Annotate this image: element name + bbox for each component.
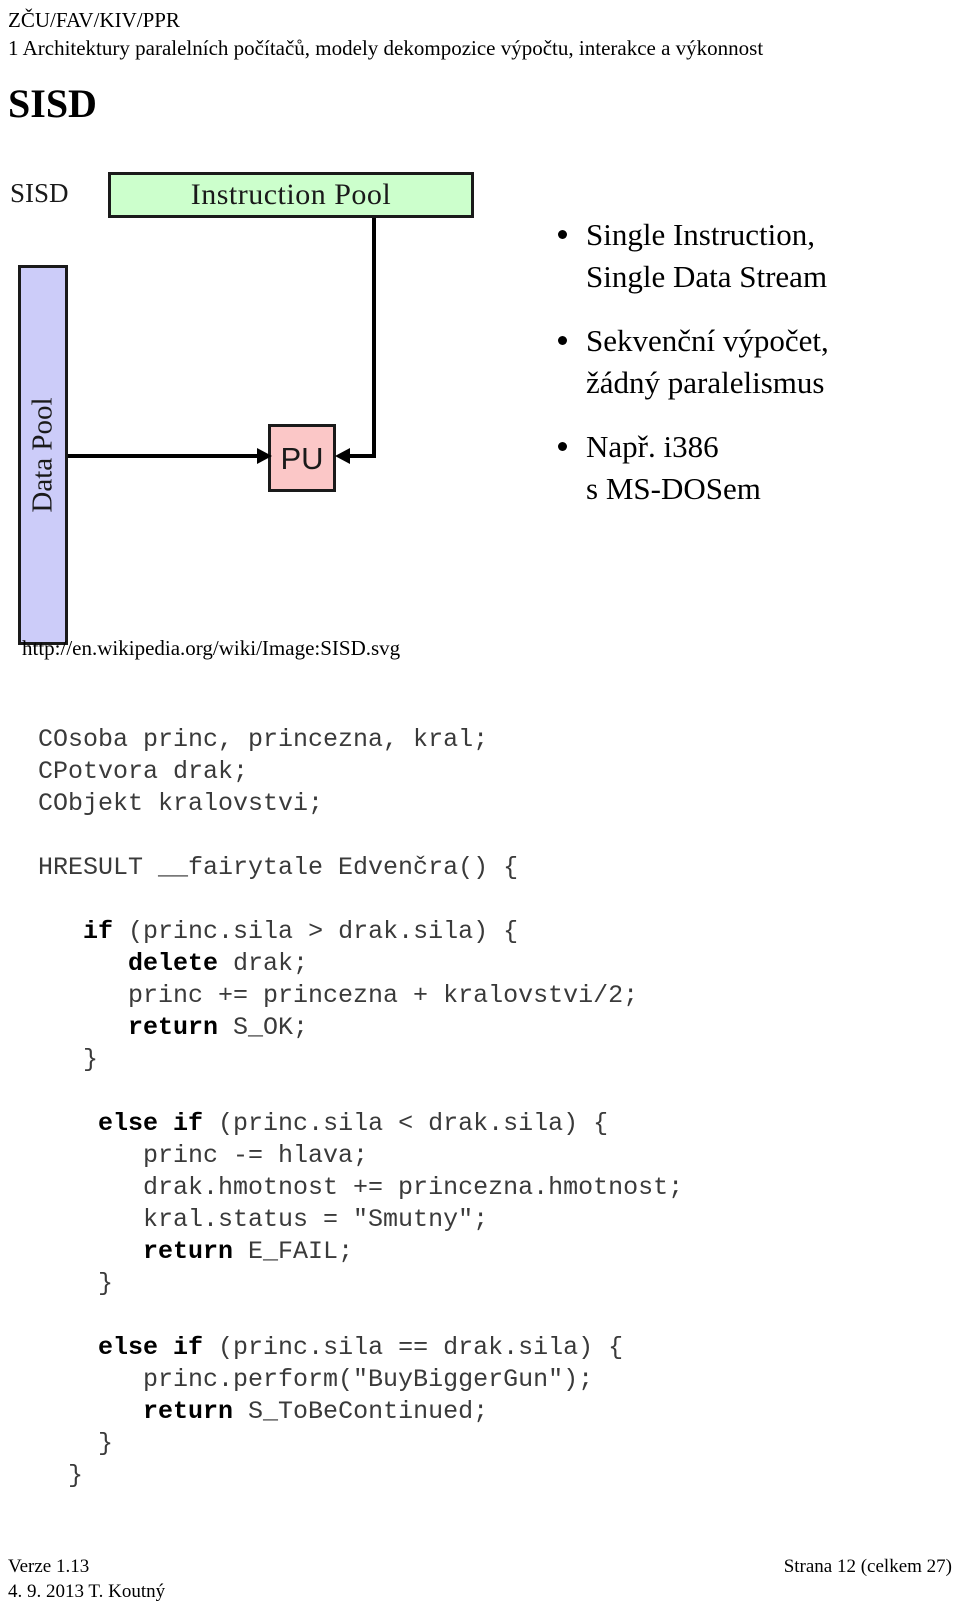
code-text: } [38, 1461, 84, 1490]
code-text: princ -= hlava; [38, 1141, 369, 1170]
diagram-source-url: http://en.wikipedia.org/wiki/Image:SISD.… [22, 636, 401, 660]
code-line: delete drak; [38, 948, 918, 980]
code-text: CObjekt kralovstvi; [38, 789, 324, 818]
header-org-line: ZČU/FAV/KIV/PPR [8, 8, 180, 32]
code-text: } [38, 1429, 114, 1458]
bullet-text: Např. i386 s MS-DOSem [586, 429, 761, 506]
code-line: princ += princezna + kralovstvi/2; [38, 980, 918, 1012]
code-text: E_FAIL; [233, 1237, 354, 1266]
code-keyword: delete [128, 949, 219, 978]
code-keyword: return [143, 1237, 234, 1266]
code-line: return S_OK; [38, 1012, 918, 1044]
code-line: HRESULT __fairytale Edvenčra() { [38, 852, 918, 884]
code-keyword: return [128, 1013, 219, 1042]
bullet-text: Sekvenční výpočet, žádný paralelismus [586, 323, 829, 400]
arrow-data-to-pu-icon [68, 448, 272, 464]
code-line: } [38, 1460, 918, 1492]
code-text: HRESULT __fairytale Edvenčra() { [38, 853, 519, 882]
arrow-instruction-to-pu-icon [335, 448, 376, 464]
bullet-dot-icon [558, 336, 567, 345]
code-keyword: else if [98, 1109, 204, 1138]
bullet-list: Single Instruction, Single Data Stream S… [548, 214, 948, 532]
bullet-text: Single Instruction, Single Data Stream [586, 217, 828, 294]
code-line: else if (princ.sila == drak.sila) { [38, 1332, 918, 1364]
code-text: (princ.sila < drak.sila) { [203, 1109, 609, 1138]
code-text: drak; [218, 949, 309, 978]
footer-page-info: Strana 12 (celkem 27) [783, 1556, 952, 1577]
instruction-pool-box: Instruction Pool [108, 172, 474, 218]
header-chapter-line: 1 Architektury paralelních počítačů, mod… [8, 36, 764, 60]
list-item: Např. i386 s MS-DOSem [548, 426, 948, 510]
code-text: S_ToBeContinued; [233, 1397, 489, 1426]
code-line: CPotvora drak; [38, 756, 918, 788]
code-keyword: else if [98, 1333, 204, 1362]
code-text: (princ.sila == drak.sila) { [203, 1333, 624, 1362]
page-title: SISD [8, 81, 97, 126]
diagram-corner-label: SISD [10, 178, 69, 208]
code-line: } [38, 1044, 918, 1076]
code-line: } [38, 1268, 918, 1300]
code-line: CObjekt kralovstvi; [38, 788, 918, 820]
list-item: Single Instruction, Single Data Stream [548, 214, 948, 298]
code-text: CPotvora drak; [38, 757, 249, 786]
code-line: return E_FAIL; [38, 1236, 918, 1268]
code-text: drak.hmotnost += princezna.hmotnost; [38, 1173, 684, 1202]
data-pool-label: Data Pool [26, 397, 59, 513]
footer-date-author: 4. 9. 2013 T. Koutný [8, 1581, 166, 1602]
list-item: Sekvenční výpočet, žádný paralelismus [548, 320, 948, 404]
code-text: (princ.sila > drak.sila) { [113, 917, 519, 946]
code-text: princ.perform("BuyBiggerGun"); [38, 1365, 594, 1394]
arrow-instruction-vertical-icon [372, 218, 376, 458]
code-line: princ.perform("BuyBiggerGun"); [38, 1364, 918, 1396]
processing-unit-box: PU [268, 424, 336, 492]
code-keyword: if [83, 917, 114, 946]
code-line: COsoba princ, princezna, kral; [38, 724, 918, 756]
data-pool-box: Data Pool [18, 265, 68, 645]
code-text: } [38, 1269, 114, 1298]
footer-version: Verze 1.13 [8, 1556, 90, 1577]
code-line: drak.hmotnost += princezna.hmotnost; [38, 1172, 918, 1204]
document-header: ZČU/FAV/KIV/PPR 1 Architektury paralelní… [8, 6, 952, 62]
code-line: } [38, 1428, 918, 1460]
code-line: if (princ.sila > drak.sila) { [38, 916, 918, 948]
code-text: COsoba princ, princezna, kral; [38, 725, 489, 754]
document-footer: Verze 1.13 4. 9. 2013 T. Koutný Strana 1… [0, 1554, 960, 1612]
instruction-pool-label: Instruction Pool [190, 178, 392, 211]
code-text: } [38, 1045, 99, 1074]
code-listing: COsoba princ, princezna, kral; CPotvora d… [38, 724, 918, 1492]
code-line: kral.status = "Smutny"; [38, 1204, 918, 1236]
bullet-dot-icon [558, 230, 567, 239]
processing-unit-label: PU [280, 440, 324, 476]
bullet-dot-icon [558, 442, 567, 451]
code-text: princ += princezna + kralovstvi/2; [38, 981, 639, 1010]
code-line: return S_ToBeContinued; [38, 1396, 918, 1428]
code-keyword: return [143, 1397, 234, 1426]
code-line: princ -= hlava; [38, 1140, 918, 1172]
footer-left: Verze 1.13 4. 9. 2013 T. Koutný [8, 1554, 165, 1604]
code-line: else if (princ.sila < drak.sila) { [38, 1108, 918, 1140]
code-text: kral.status = "Smutny"; [38, 1205, 489, 1234]
code-text: S_OK; [218, 1013, 309, 1042]
